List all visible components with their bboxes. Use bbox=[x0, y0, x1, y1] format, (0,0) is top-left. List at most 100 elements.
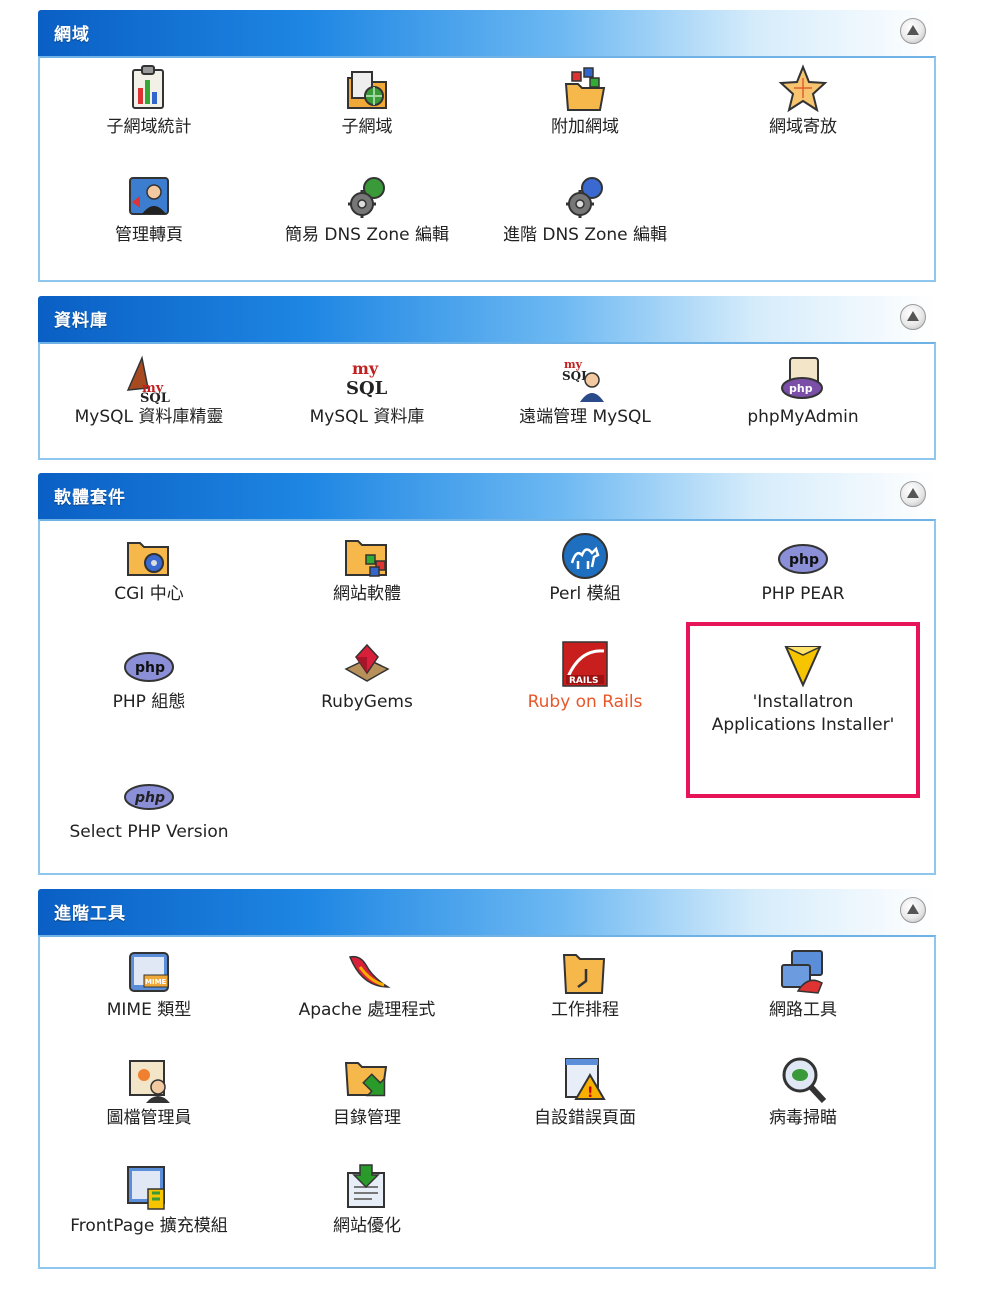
collapse-up-icon[interactable] bbox=[900, 18, 926, 44]
subdomains-item[interactable]: 子網域 bbox=[258, 58, 476, 158]
simple-dns-item[interactable]: 簡易 DNS Zone 編輯 bbox=[258, 166, 476, 266]
mysql-wizard-icon: my SQL bbox=[124, 354, 174, 404]
remote-mysql-item[interactable]: my SQL 遠端管理 MySQL bbox=[476, 348, 694, 448]
parked-domains-item[interactable]: 網域寄放 bbox=[694, 58, 912, 158]
mime-types-label: MIME 類型 bbox=[106, 1000, 192, 1020]
folder-clock-icon bbox=[560, 947, 610, 997]
php-config-item[interactable]: php PHP 組態 bbox=[40, 633, 258, 733]
mysql-wizard-item[interactable]: my SQL MySQL 資料庫精靈 bbox=[40, 348, 258, 448]
php-icon: php bbox=[124, 769, 174, 819]
svg-text:php: php bbox=[135, 660, 165, 676]
camel-icon bbox=[560, 531, 610, 581]
database-panel-header: 資料庫 bbox=[38, 296, 936, 342]
database-panel: 資料庫 my SQL MySQL 資料庫精靈 my SQL MySQL 資料庫 my… bbox=[38, 296, 936, 460]
optimize-site-label: 網站優化 bbox=[333, 1216, 401, 1236]
directory-manager-label: 目錄管理 bbox=[333, 1108, 401, 1128]
select-php-version-label: Select PHP Version bbox=[69, 822, 229, 842]
image-manager-item[interactable]: 圖檔管理員 bbox=[40, 1049, 258, 1149]
addon-domains-item[interactable]: 附加網域 bbox=[476, 58, 694, 158]
cgi-center-item[interactable]: CGI 中心 bbox=[40, 525, 258, 625]
chart-folder-icon bbox=[124, 64, 174, 114]
gear-globe-icon bbox=[342, 172, 392, 222]
optimize-site-item[interactable]: 網站優化 bbox=[258, 1157, 476, 1257]
php-pear-label: PHP PEAR bbox=[761, 584, 845, 604]
remote-mysql-label: 遠端管理 MySQL bbox=[519, 407, 651, 427]
advanced-panel-header: 進階工具 bbox=[38, 889, 936, 935]
advanced-panel-body: MIME MIME 類型 Apache 處理程式 工作排程 網路工具 圖檔管理員… bbox=[38, 935, 936, 1269]
redirects-item[interactable]: 管理轉頁 bbox=[40, 166, 258, 266]
software-panel-title: 軟體套件 bbox=[54, 488, 126, 508]
apache-handlers-label: Apache 處理程式 bbox=[298, 1000, 436, 1020]
domains-panel: 網域 子網域統計 子網域 附加網域 網域寄放 管理轉頁 簡易 DNS Zone … bbox=[38, 10, 936, 282]
phpmyadmin-label: phpMyAdmin bbox=[747, 407, 859, 427]
cron-jobs-item[interactable]: 工作排程 bbox=[476, 941, 694, 1041]
mysql-icon: my SQL bbox=[342, 354, 392, 404]
collapse-up-icon[interactable] bbox=[900, 897, 926, 923]
gear-globe-icon bbox=[560, 172, 610, 222]
php-pear-item[interactable]: php PHP PEAR bbox=[694, 525, 912, 625]
ruby-gem-icon bbox=[342, 639, 392, 689]
image-manager-label: 圖檔管理員 bbox=[106, 1108, 192, 1128]
cron-jobs-label: 工作排程 bbox=[551, 1000, 619, 1020]
advanced-panel-title: 進階工具 bbox=[54, 904, 126, 924]
network-tools-icon bbox=[778, 947, 828, 997]
subdomains-label: 子網域 bbox=[341, 117, 393, 137]
rubygems-label: RubyGems bbox=[321, 692, 413, 712]
simple-dns-label: 簡易 DNS Zone 編輯 bbox=[284, 225, 450, 245]
directory-manager-item[interactable]: 目錄管理 bbox=[258, 1049, 476, 1149]
redirect-person-icon bbox=[124, 172, 174, 222]
apache-handlers-item[interactable]: Apache 處理程式 bbox=[258, 941, 476, 1041]
redirects-label: 管理轉頁 bbox=[115, 225, 183, 245]
apache-feather-icon bbox=[342, 947, 392, 997]
collapse-up-icon[interactable] bbox=[900, 481, 926, 507]
optimize-icon bbox=[342, 1163, 392, 1213]
svg-text:MIME: MIME bbox=[145, 978, 167, 986]
installatron-highlight-box bbox=[686, 622, 920, 798]
advanced-panel: 進階工具 MIME MIME 類型 Apache 處理程式 工作排程 網路工具 bbox=[38, 889, 936, 1269]
php-icon: php bbox=[778, 531, 828, 581]
svg-text:!: ! bbox=[587, 1085, 593, 1101]
domains-panel-title: 網域 bbox=[54, 25, 90, 45]
select-php-version-item[interactable]: php Select PHP Version bbox=[40, 763, 258, 863]
phpmyadmin-icon: php bbox=[778, 354, 828, 404]
svg-text:SQL: SQL bbox=[346, 378, 388, 399]
svg-text:RAILS: RAILS bbox=[569, 676, 598, 686]
domains-panel-body: 子網域統計 子網域 附加網域 網域寄放 管理轉頁 簡易 DNS Zone 編輯 … bbox=[38, 56, 936, 282]
collapse-up-icon[interactable] bbox=[900, 304, 926, 330]
perl-modules-item[interactable]: Perl 模組 bbox=[476, 525, 694, 625]
virus-scanner-item[interactable]: 病毒掃瞄 bbox=[694, 1049, 912, 1149]
subdomain-stats-item[interactable]: 子網域統計 bbox=[40, 58, 258, 158]
folder-cubes-icon bbox=[342, 531, 392, 581]
mime-types-item[interactable]: MIME MIME 類型 bbox=[40, 941, 258, 1041]
mysql-db-label: MySQL 資料庫 bbox=[309, 407, 425, 427]
mysql-wizard-label: MySQL 資料庫精靈 bbox=[74, 407, 224, 427]
php-config-label: PHP 組態 bbox=[112, 692, 186, 712]
addon-domains-label: 附加網域 bbox=[551, 117, 619, 137]
site-software-label: 網站軟體 bbox=[333, 584, 401, 604]
advanced-dns-label: 進階 DNS Zone 編輯 bbox=[502, 225, 668, 245]
advanced-dns-item[interactable]: 進階 DNS Zone 編輯 bbox=[476, 166, 694, 266]
php-icon: php bbox=[124, 639, 174, 689]
svg-text:php: php bbox=[134, 790, 165, 806]
parked-domains-label: 網域寄放 bbox=[769, 117, 837, 137]
database-panel-title: 資料庫 bbox=[54, 311, 108, 331]
frontpage-label: FrontPage 擴充模組 bbox=[70, 1216, 228, 1236]
site-software-item[interactable]: 網站軟體 bbox=[258, 525, 476, 625]
rails-icon: RAILS bbox=[560, 639, 610, 689]
folder-arrow-icon bbox=[342, 1055, 392, 1105]
svg-text:SQL: SQL bbox=[140, 391, 170, 404]
database-panel-body: my SQL MySQL 資料庫精靈 my SQL MySQL 資料庫 my SQL … bbox=[38, 342, 936, 460]
perl-modules-label: Perl 模組 bbox=[549, 584, 621, 604]
ruby-on-rails-item[interactable]: RAILS Ruby on Rails bbox=[476, 633, 694, 733]
image-manager-icon bbox=[124, 1055, 174, 1105]
folder-gear-icon bbox=[124, 531, 174, 581]
network-tools-item[interactable]: 網路工具 bbox=[694, 941, 912, 1041]
frontpage-item[interactable]: FrontPage 擴充模組 bbox=[40, 1157, 258, 1257]
folder-cubes-icon bbox=[560, 64, 610, 114]
mysql-db-item[interactable]: my SQL MySQL 資料庫 bbox=[258, 348, 476, 448]
phpmyadmin-item[interactable]: php phpMyAdmin bbox=[694, 348, 912, 448]
svg-text:php: php bbox=[789, 382, 813, 395]
svg-text:my: my bbox=[352, 359, 379, 378]
rubygems-item[interactable]: RubyGems bbox=[258, 633, 476, 733]
error-pages-item[interactable]: ! 自設錯誤頁面 bbox=[476, 1049, 694, 1149]
